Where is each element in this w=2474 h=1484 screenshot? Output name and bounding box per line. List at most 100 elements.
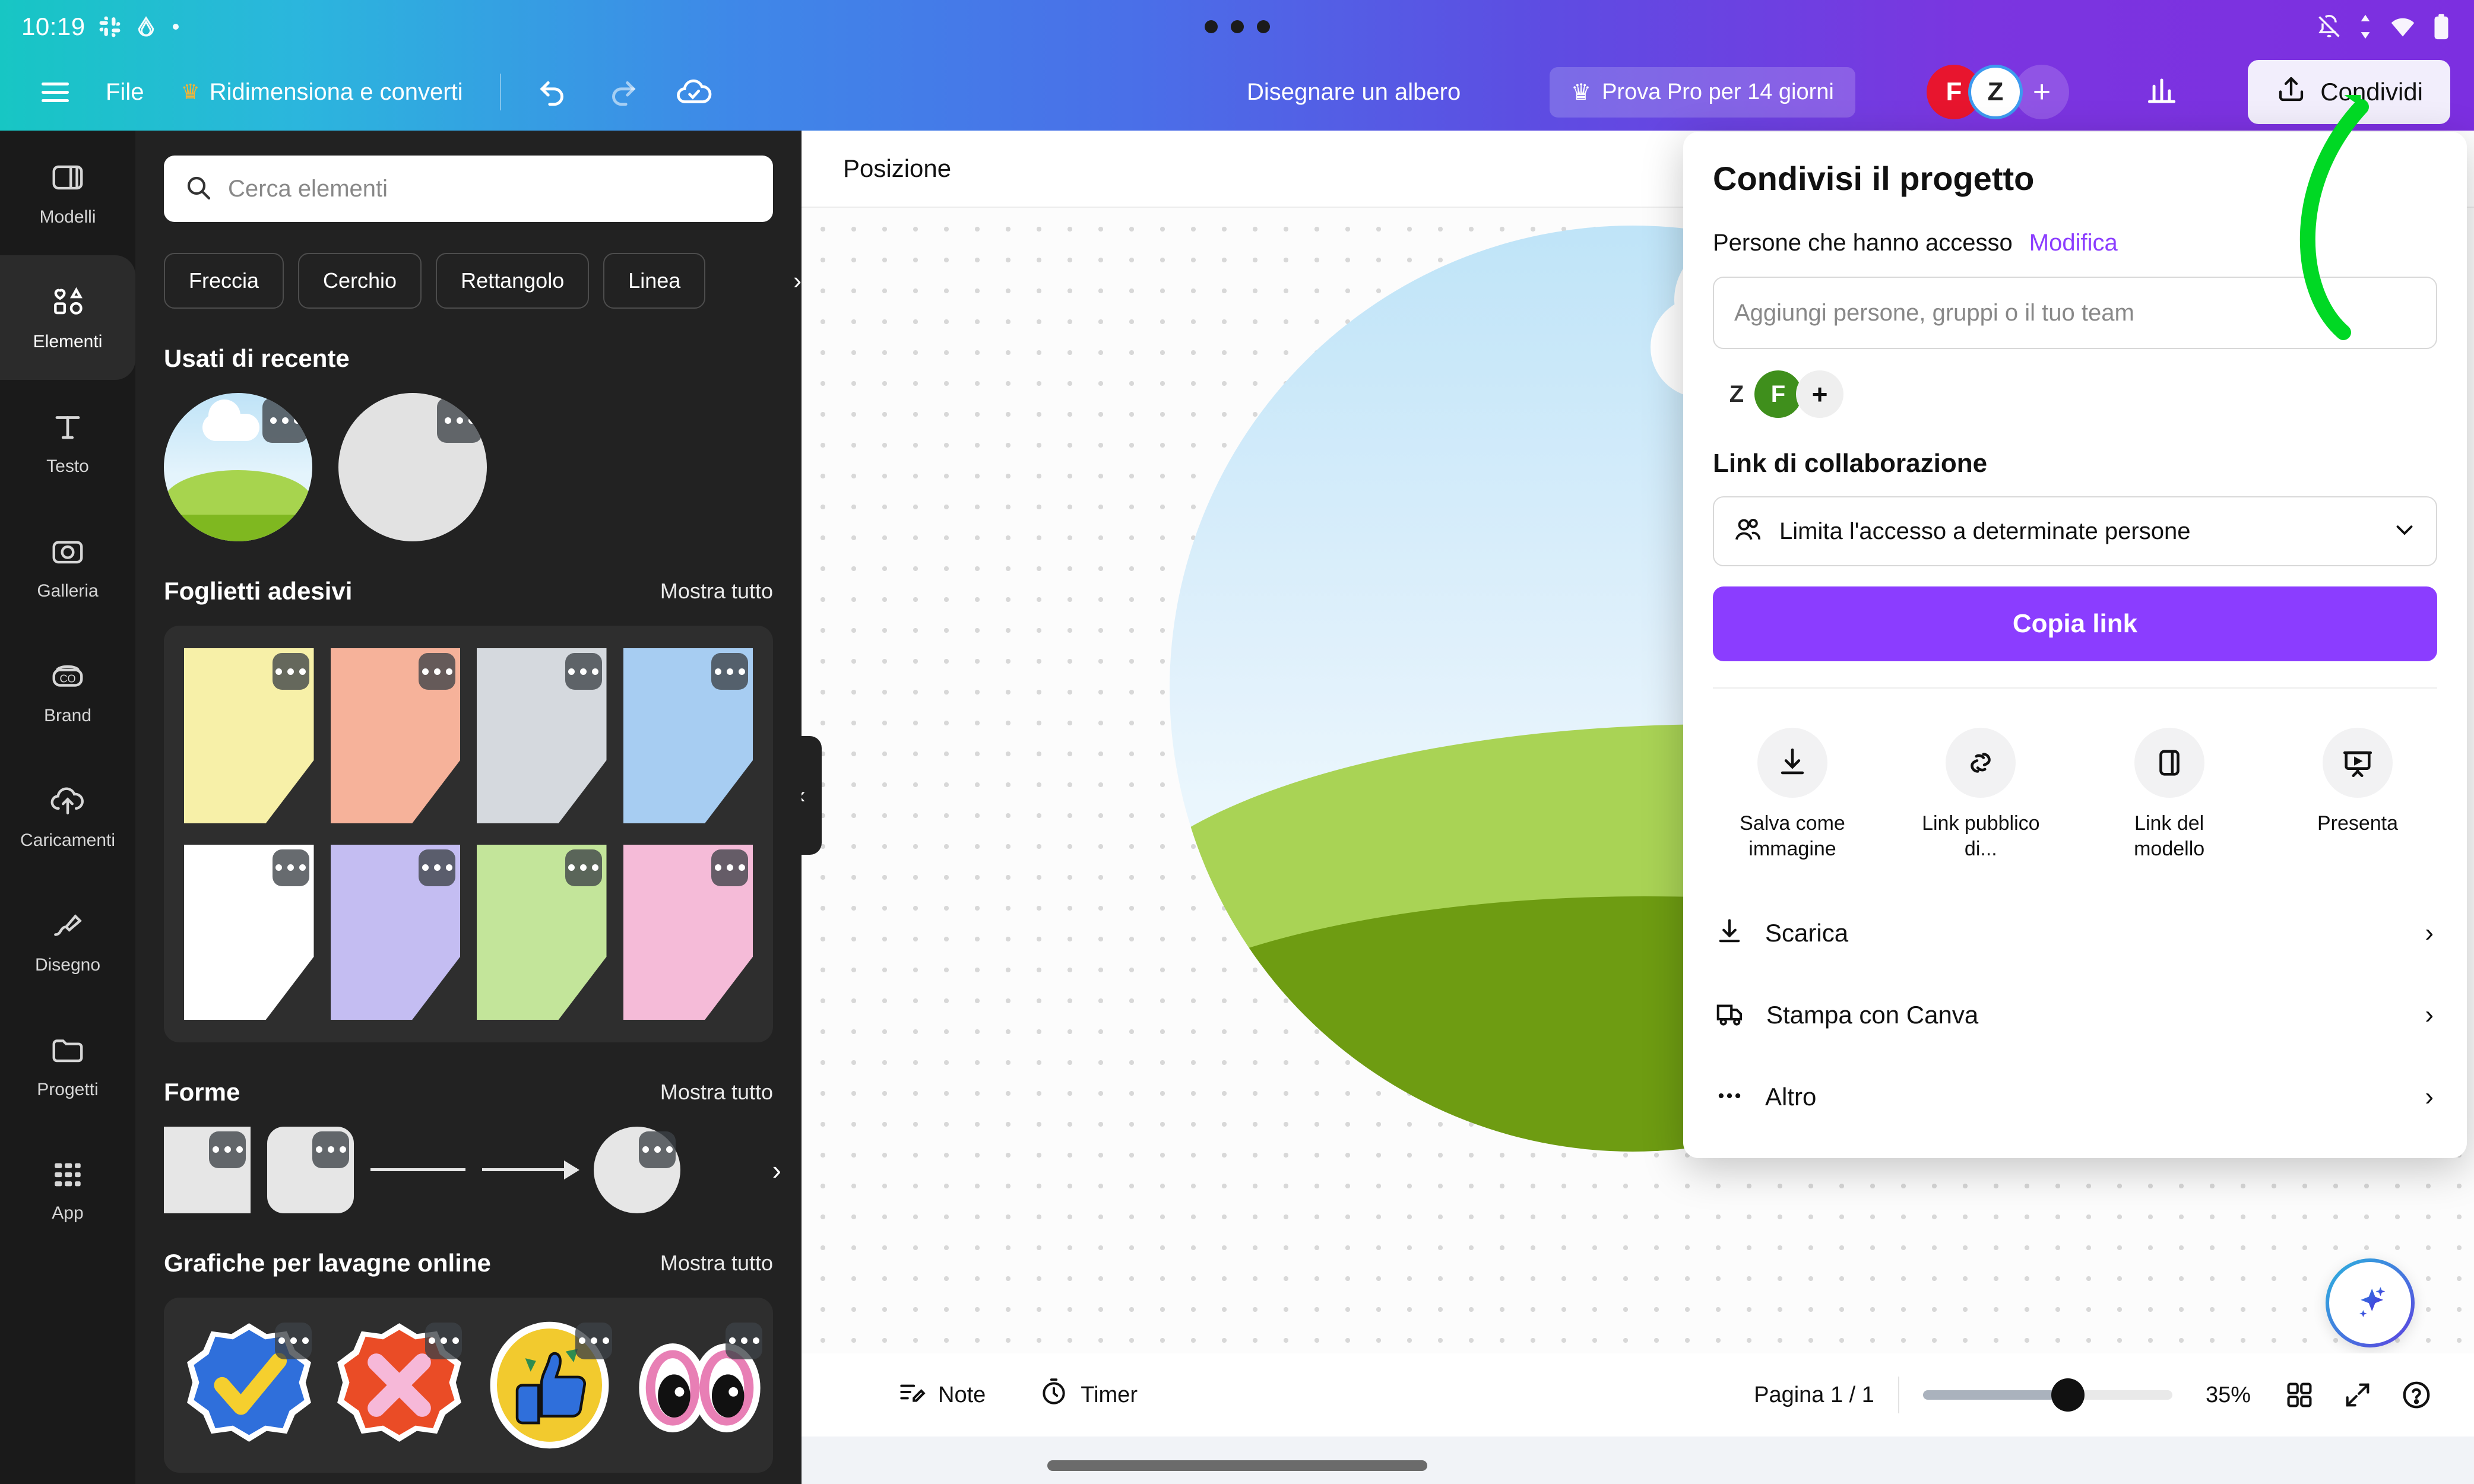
copy-link-button[interactable]: Copia link (1713, 586, 2437, 661)
sidebar-item-elementi[interactable]: Elementi (0, 255, 135, 380)
position-label[interactable]: Posizione (843, 154, 951, 183)
hamburger-icon[interactable] (42, 82, 69, 102)
item-options-icon[interactable] (312, 1131, 349, 1168)
show-all-sticky[interactable]: Mostra tutto (660, 579, 773, 604)
item-options-icon[interactable] (575, 1322, 612, 1359)
list-item-scarica[interactable]: Scarica › (1683, 892, 2467, 974)
add-person-button[interactable]: + (1796, 370, 1843, 418)
avatar[interactable]: F (1754, 370, 1802, 418)
show-all-shapes[interactable]: Mostra tutto (660, 1080, 773, 1105)
document-title[interactable]: Disegnare un albero (1247, 79, 1461, 106)
item-options-icon[interactable] (437, 398, 482, 443)
add-people-input[interactable] (1734, 299, 2416, 326)
item-options-icon[interactable] (419, 653, 455, 690)
item-options-icon[interactable] (639, 1131, 676, 1168)
sticker-cross-badge[interactable] (332, 1318, 467, 1456)
sticky-note[interactable] (623, 844, 753, 1020)
sidebar-item-caricamenti[interactable]: Caricamenti (0, 754, 135, 879)
sticker-thumbs-up[interactable] (482, 1318, 617, 1456)
grid-view-icon[interactable] (2284, 1380, 2315, 1410)
zoom-slider[interactable] (1922, 1378, 2172, 1412)
list-item-stampa-con-canva[interactable]: Stampa con Canva › (1683, 974, 2467, 1056)
sidebar-item-app[interactable]: App (0, 1128, 135, 1252)
sticker-check-badge[interactable] (182, 1318, 316, 1456)
list-item-label: Stampa con Canva (1766, 1001, 1979, 1029)
action-save-as-image[interactable]: Salva come immagine (1721, 728, 1864, 861)
item-options-icon[interactable] (711, 849, 748, 886)
sticky-note[interactable] (623, 648, 753, 823)
page-indicator[interactable]: Pagina 1 / 1 (1754, 1382, 1874, 1408)
cloud-saved-icon[interactable] (674, 72, 714, 112)
chevron-right-icon[interactable]: › (772, 1154, 781, 1186)
item-options-icon[interactable] (419, 849, 455, 886)
share-button[interactable]: Condividi (2248, 60, 2450, 124)
action-present[interactable]: Presenta (2286, 728, 2429, 861)
sticky-note[interactable] (330, 648, 460, 823)
fullscreen-icon[interactable] (2342, 1380, 2373, 1410)
avatar[interactable]: Z (1968, 65, 2023, 119)
search-box[interactable] (164, 156, 773, 222)
sidebar-item-label: Progetti (37, 1079, 99, 1099)
zoom-slider-knob[interactable] (2051, 1378, 2085, 1412)
help-icon[interactable] (2400, 1379, 2432, 1411)
sidebar-item-brand[interactable]: CO Brand (0, 629, 135, 754)
item-options-icon[interactable] (209, 1131, 246, 1168)
avatar[interactable]: Z (1713, 370, 1760, 418)
shape-rounded-rect[interactable] (267, 1126, 354, 1213)
note-button[interactable]: Note (897, 1377, 986, 1413)
sticky-note[interactable] (477, 648, 607, 823)
sidebar-item-label: Elementi (33, 331, 103, 351)
shape-line[interactable] (370, 1168, 465, 1172)
show-all-graphics[interactable]: Mostra tutto (660, 1251, 773, 1276)
sidebar-item-progetti[interactable]: Progetti (0, 1003, 135, 1128)
toolbar-divider (1898, 1377, 1899, 1413)
sticky-note[interactable] (184, 844, 314, 1020)
item-options-icon[interactable] (711, 653, 748, 690)
action-public-link[interactable]: Link pubblico di... (1909, 728, 2052, 861)
file-menu-button[interactable]: File (106, 79, 144, 106)
action-template-link[interactable]: Link del modello (2098, 728, 2241, 861)
edit-access-link[interactable]: Modifica (2029, 230, 2118, 256)
item-options-icon[interactable] (272, 653, 309, 690)
item-options-icon[interactable] (726, 1322, 762, 1359)
chip-cerchio[interactable]: Cerchio (298, 253, 422, 309)
timer-button[interactable]: Timer (1039, 1377, 1138, 1413)
chip-rettangolo[interactable]: Rettangolo (436, 253, 590, 309)
chevron-down-icon[interactable] (2391, 516, 2418, 547)
add-people-field[interactable] (1713, 277, 2437, 349)
zoom-value[interactable]: 35% (2206, 1382, 2251, 1408)
chevron-right-icon[interactable]: › (790, 267, 802, 295)
item-options-icon[interactable] (262, 398, 308, 443)
item-options-icon[interactable] (425, 1322, 462, 1359)
list-item-altro[interactable]: Altro › (1683, 1056, 2467, 1138)
resize-convert-button[interactable]: ♛ Ridimensiona e converti (180, 79, 463, 106)
chip-linea[interactable]: Linea (603, 253, 706, 309)
search-input[interactable] (228, 175, 753, 202)
recent-item-circle[interactable] (338, 393, 487, 541)
sticker-eyes[interactable] (632, 1318, 767, 1456)
shape-circle[interactable] (594, 1126, 680, 1213)
sidebar-item-modelli[interactable]: Modelli (0, 131, 135, 255)
sticky-note[interactable] (477, 844, 607, 1020)
item-options-icon[interactable] (565, 653, 602, 690)
undo-icon[interactable] (534, 74, 571, 110)
try-pro-button[interactable]: ♛ Prova Pro per 14 giorni (1550, 66, 1855, 118)
sticky-note-fold (705, 760, 753, 823)
access-level-select[interactable]: Limita l'accesso a determinate persone (1713, 496, 2437, 566)
bar-chart-icon[interactable] (2143, 72, 2180, 112)
chip-freccia[interactable]: Freccia (164, 253, 284, 309)
redo-icon[interactable] (604, 74, 641, 110)
sidebar-item-disegno[interactable]: Disegno (0, 879, 135, 1003)
sticky-note[interactable] (330, 844, 460, 1020)
recent-item-landscape[interactable] (164, 393, 312, 541)
shape-square[interactable] (164, 1126, 251, 1213)
sidebar-item-testo[interactable]: Testo (0, 380, 135, 505)
sticky-note[interactable] (184, 648, 314, 823)
sidebar-item-galleria[interactable]: Galleria (0, 505, 135, 629)
home-indicator[interactable] (1047, 1460, 1427, 1471)
ai-assistant-button[interactable] (2326, 1258, 2415, 1347)
shape-arrow[interactable] (482, 1160, 579, 1180)
item-options-icon[interactable] (272, 849, 309, 886)
item-options-icon[interactable] (275, 1322, 312, 1359)
item-options-icon[interactable] (565, 849, 602, 886)
